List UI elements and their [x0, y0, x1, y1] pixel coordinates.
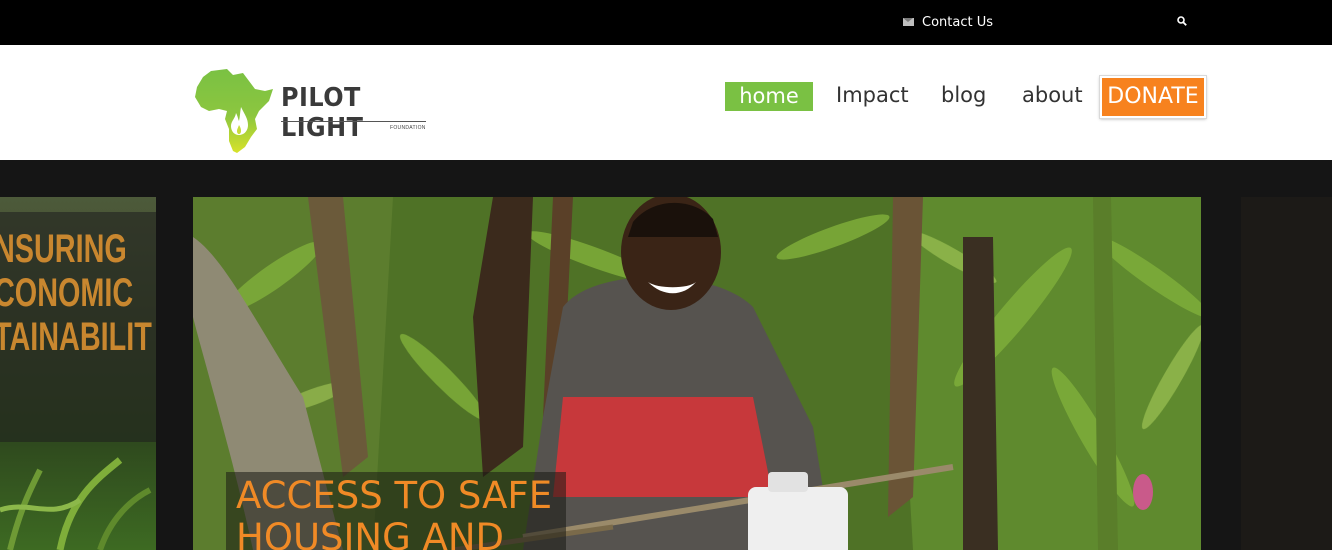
nav-impact[interactable]: Impact	[836, 83, 909, 107]
previous-slide[interactable]: NSURING CONOMIC TAINABILIT	[0, 197, 156, 550]
search-icon[interactable]	[1177, 16, 1187, 26]
nav-about[interactable]: about	[1022, 83, 1083, 107]
current-slide[interactable]: ACCESS TO SAFE HOUSING AND	[193, 197, 1201, 550]
previous-slide-line: TAINABILIT	[0, 315, 152, 359]
corn-field-image	[0, 457, 152, 550]
site-logo[interactable]: PILOT LIGHT FOUNDATION	[193, 67, 433, 155]
slide-caption-line: ACCESS TO SAFE	[236, 474, 553, 517]
donate-button[interactable]: DONATE	[1100, 76, 1206, 118]
logo-wordmark: PILOT LIGHT	[281, 83, 364, 143]
slide-caption-line: HOUSING AND	[236, 516, 505, 550]
nav-blog[interactable]: blog	[941, 83, 986, 107]
slide-caption-text: ACCESS TO SAFE HOUSING AND	[236, 475, 552, 550]
top-bar: Contact Us	[0, 0, 1332, 45]
slide-caption: ACCESS TO SAFE HOUSING AND	[226, 472, 566, 550]
site-header: PILOT LIGHT FOUNDATION home Impact blog …	[0, 45, 1332, 160]
contact-us-label: Contact Us	[922, 14, 993, 30]
envelope-icon	[903, 18, 914, 26]
logo-subtitle: FOUNDATION	[390, 125, 426, 131]
logo-underline	[281, 121, 426, 122]
previous-slide-text: NSURING CONOMIC TAINABILIT	[0, 227, 156, 359]
africa-flame-icon	[195, 69, 273, 153]
previous-slide-line: NSURING	[0, 227, 127, 271]
previous-slide-line: CONOMIC	[0, 271, 134, 315]
nav-home[interactable]: home	[725, 82, 813, 111]
contact-us-link[interactable]: Contact Us	[903, 14, 993, 30]
next-slide[interactable]	[1241, 197, 1332, 550]
